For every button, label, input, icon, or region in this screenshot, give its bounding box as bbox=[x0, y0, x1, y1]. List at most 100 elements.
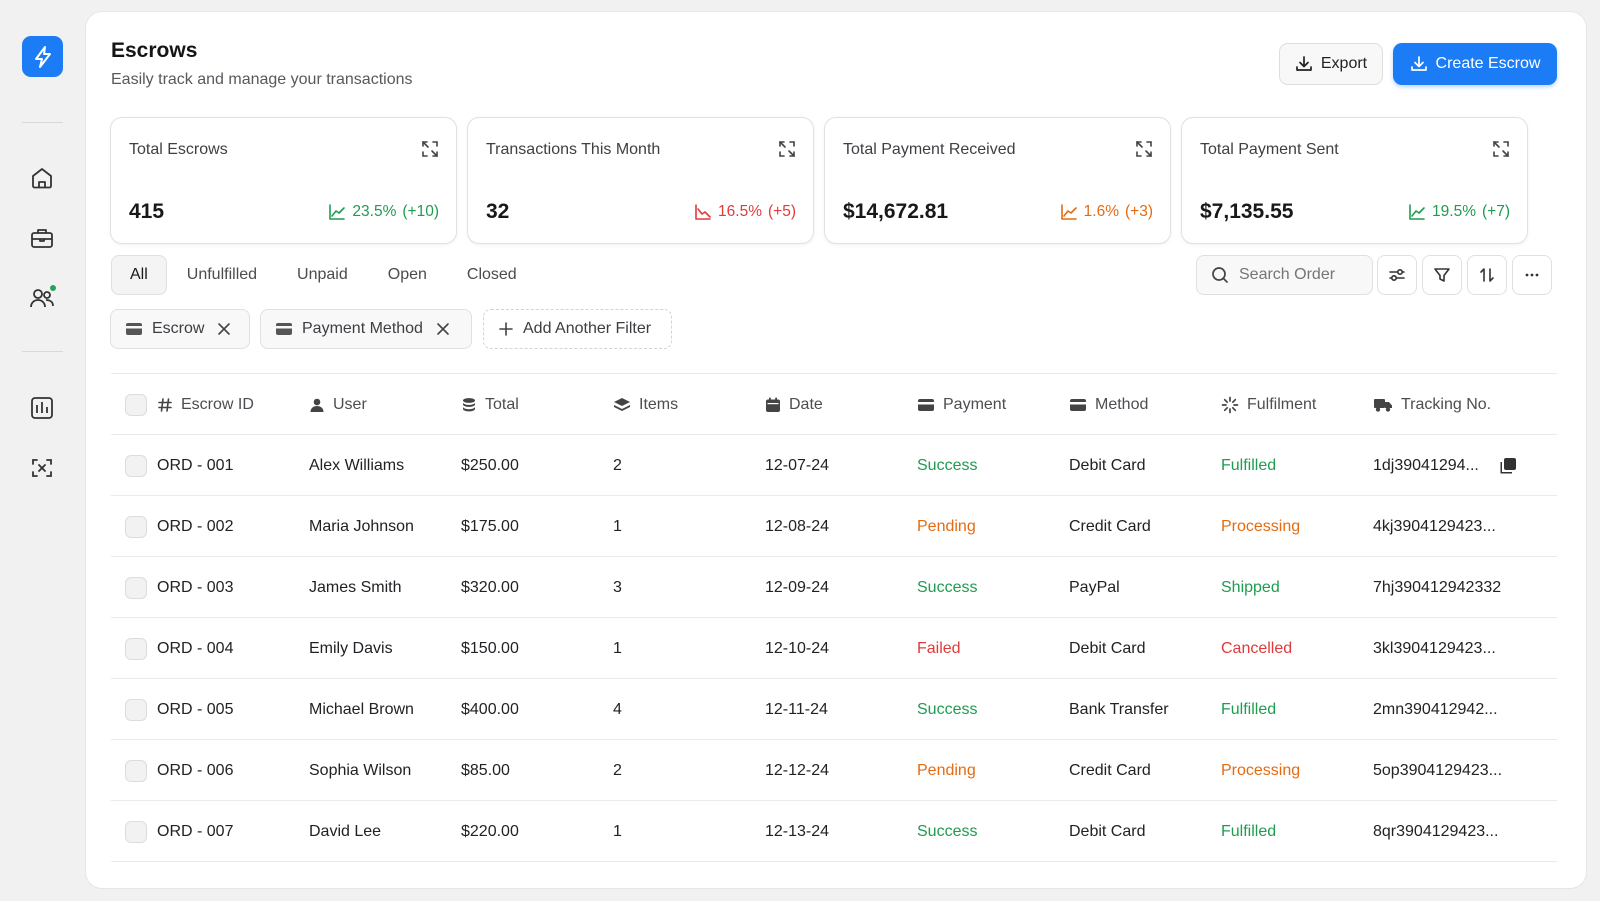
online-status-dot bbox=[50, 285, 56, 291]
fulfilment-status: Processing bbox=[1221, 517, 1301, 535]
coins-icon bbox=[463, 397, 475, 411]
row-checkbox[interactable] bbox=[125, 698, 147, 721]
expand-icon[interactable] bbox=[1135, 140, 1153, 163]
trend-down-icon bbox=[695, 204, 711, 220]
escrow-id: ORD - 006 bbox=[157, 761, 234, 779]
users-icon[interactable] bbox=[24, 280, 60, 316]
card-icon bbox=[276, 323, 292, 335]
total-amount: $150.00 bbox=[461, 639, 519, 657]
column-header-total[interactable]: Total bbox=[461, 374, 519, 435]
truck-icon bbox=[1374, 398, 1392, 412]
page-subtitle: Easily track and manage your transaction… bbox=[111, 71, 413, 88]
items-count: 1 bbox=[613, 639, 622, 657]
total-amount: $85.00 bbox=[461, 761, 510, 779]
stat-card-payment-sent: Total Payment Sent $7,135.55 19.5% (+7) bbox=[1181, 117, 1528, 244]
create-escrow-button[interactable]: Create Escrow bbox=[1393, 43, 1557, 85]
sort-button[interactable] bbox=[1467, 255, 1507, 295]
user-name: Sophia Wilson bbox=[309, 761, 412, 779]
row-checkbox[interactable] bbox=[125, 576, 147, 599]
table-header: Escrow ID User Total Items Date Payment … bbox=[111, 374, 1557, 435]
column-header-items[interactable]: Items bbox=[613, 374, 678, 435]
tab-unfulfilled[interactable]: Unfulfilled bbox=[167, 255, 277, 295]
stat-delta: 1.6% (+3) bbox=[1060, 203, 1153, 221]
table-row[interactable]: ORD - 003 James Smith $320.00 3 12-09-24… bbox=[111, 557, 1557, 618]
user-name: Maria Johnson bbox=[309, 517, 414, 535]
search-box bbox=[1196, 255, 1373, 295]
sliders-icon bbox=[1389, 268, 1405, 282]
download-icon bbox=[1410, 56, 1427, 71]
user-name: Alex Williams bbox=[309, 456, 405, 474]
tab-all[interactable]: All bbox=[111, 255, 167, 295]
table-row[interactable]: ORD - 004 Emily Davis $150.00 1 12-10-24… bbox=[111, 618, 1557, 679]
add-filter-button[interactable]: Add Another Filter bbox=[483, 309, 672, 349]
stat-percent: 23.5% bbox=[352, 203, 397, 220]
stat-change: (+3) bbox=[1125, 203, 1153, 220]
stat-delta: 16.5% (+5) bbox=[694, 203, 796, 221]
row-checkbox[interactable] bbox=[125, 759, 147, 782]
column-header-tracking[interactable]: Tracking No. bbox=[1373, 374, 1491, 435]
table-row[interactable]: ORD - 007 David Lee $220.00 1 12-13-24 S… bbox=[111, 801, 1557, 862]
tracking-number: 3kl3904129423... bbox=[1373, 639, 1496, 657]
filter-chip-escrow: Escrow bbox=[110, 309, 250, 349]
tab-unpaid[interactable]: Unpaid bbox=[277, 255, 368, 295]
table-row[interactable]: ORD - 005 Michael Brown $400.00 4 12-11-… bbox=[111, 679, 1557, 740]
column-header-date[interactable]: Date bbox=[765, 374, 823, 435]
payment-status: Pending bbox=[917, 761, 976, 779]
items-count: 2 bbox=[613, 456, 622, 474]
remove-filter-close-icon[interactable] bbox=[217, 322, 231, 336]
filter-chip-label: Payment Method bbox=[302, 320, 423, 337]
total-amount: $220.00 bbox=[461, 822, 519, 840]
stat-value: $7,135.55 bbox=[1200, 200, 1294, 223]
more-options-button[interactable] bbox=[1512, 255, 1552, 295]
table-row[interactable]: ORD - 006 Sophia Wilson $85.00 2 12-12-2… bbox=[111, 740, 1557, 801]
search-input[interactable] bbox=[1239, 266, 1359, 284]
escrow-id: ORD - 007 bbox=[157, 822, 234, 840]
lightning-logo-icon[interactable] bbox=[22, 36, 63, 77]
card-icon bbox=[126, 323, 142, 335]
export-button[interactable]: Export bbox=[1279, 43, 1383, 85]
create-escrow-label: Create Escrow bbox=[1435, 55, 1541, 72]
row-checkbox[interactable] bbox=[125, 820, 147, 843]
items-count: 2 bbox=[613, 761, 622, 779]
calendar-icon bbox=[766, 397, 780, 412]
table-row[interactable]: ORD - 001 Alex Williams $250.00 2 12-07-… bbox=[111, 435, 1557, 496]
payment-method: Debit Card bbox=[1069, 822, 1146, 840]
escrow-id: ORD - 001 bbox=[157, 456, 234, 474]
column-header-method[interactable]: Method bbox=[1069, 374, 1148, 435]
select-all-checkbox[interactable] bbox=[125, 393, 147, 416]
payment-method: Debit Card bbox=[1069, 456, 1146, 474]
expand-icon[interactable] bbox=[421, 140, 439, 163]
briefcase-icon[interactable] bbox=[24, 220, 60, 256]
stat-delta: 23.5% (+10) bbox=[328, 203, 439, 221]
column-header-payment[interactable]: Payment bbox=[917, 374, 1006, 435]
status-tabs: All Unfulfilled Unpaid Open Closed bbox=[111, 255, 537, 295]
payment-status: Success bbox=[917, 822, 978, 840]
row-checkbox[interactable] bbox=[125, 515, 147, 538]
stat-label: Total Payment Received bbox=[843, 141, 1016, 158]
filter-icon bbox=[1434, 268, 1450, 282]
copy-icon[interactable] bbox=[1499, 435, 1517, 496]
filter-button[interactable] bbox=[1422, 255, 1462, 295]
remove-filter-close-icon[interactable] bbox=[436, 322, 450, 336]
scan-icon[interactable] bbox=[24, 450, 60, 486]
date: 12-07-24 bbox=[765, 456, 830, 474]
column-header-user[interactable]: User bbox=[309, 374, 367, 435]
home-icon[interactable] bbox=[24, 160, 60, 196]
table-row[interactable]: ORD - 002 Maria Johnson $175.00 1 12-08-… bbox=[111, 496, 1557, 557]
payment-status: Pending bbox=[917, 517, 976, 535]
column-header-fulfilment[interactable]: Fulfilment bbox=[1221, 374, 1316, 435]
row-checkbox[interactable] bbox=[125, 637, 147, 660]
row-checkbox[interactable] bbox=[125, 454, 147, 477]
expand-icon[interactable] bbox=[1492, 140, 1510, 163]
column-header-escrow-id[interactable]: Escrow ID bbox=[157, 374, 254, 435]
tracking-number: 8qr3904129423... bbox=[1373, 822, 1499, 840]
total-amount: $400.00 bbox=[461, 700, 519, 718]
tab-open[interactable]: Open bbox=[368, 255, 447, 295]
user-name: James Smith bbox=[309, 578, 402, 596]
settings-toggle-button[interactable] bbox=[1377, 255, 1417, 295]
analytics-icon[interactable] bbox=[24, 390, 60, 426]
expand-icon[interactable] bbox=[778, 140, 796, 163]
tab-closed[interactable]: Closed bbox=[447, 255, 537, 295]
stat-value: 415 bbox=[129, 200, 165, 223]
stat-value: $14,672.81 bbox=[843, 200, 949, 223]
